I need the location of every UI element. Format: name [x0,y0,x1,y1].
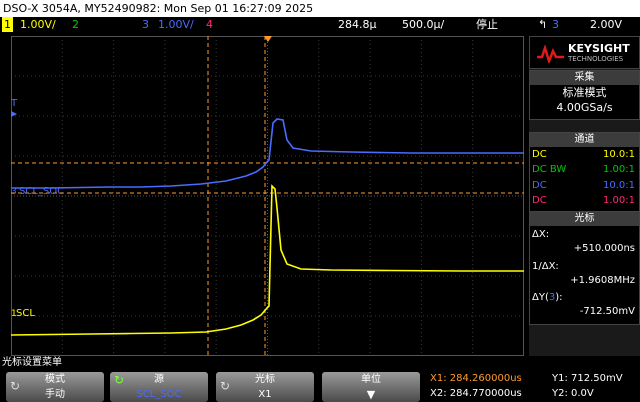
softkey-value: SCL_SOC [136,389,182,400]
channel-ratio: 1.00:1 [603,195,635,206]
acquisition-header: 采集 [530,71,639,85]
cursors-box[interactable]: 光标 ΔX: +510.000ns 1/ΔX: +1.9608MHz ΔY(3)… [529,211,640,325]
delta-y-value: -712.50mV [579,306,635,317]
ch3-label: SCL_SOC [19,186,64,197]
softkey-label: 光标 [255,374,275,385]
x2-readout: X2: 284.770000us [430,388,522,399]
ch3-scale[interactable]: 1.00V/ [158,17,194,32]
brand-box: KEYSIGHT TECHNOLOGIES [529,36,640,69]
channel-ratio: 1.00:1 [603,164,635,175]
cursor-readout: X1: 284.260000us X2: 284.770000us Y1: 71… [428,370,640,402]
trigger-edge-icon: ↰ [538,18,548,31]
acquisition-mode: 标准模式 [562,86,607,99]
softkey-label: 源 [154,374,164,385]
channel-coupling: DC [532,149,547,160]
waveform-display[interactable]: T 3 SCL_SOC 1 SCL [11,36,524,356]
y2-readout: Y2: 0.0V [552,388,594,399]
softkey-label: 单位 [361,374,381,385]
channel-ratio: 10.0:1 [603,149,635,160]
inv-delta-x-label: 1/ΔX: [532,261,559,272]
ch3-badge[interactable]: 3 [142,17,149,32]
run-state[interactable]: 停止 [476,17,498,32]
channel-coupling: DC [532,195,547,206]
acquisition-box[interactable]: 采集 标准模式 4.00GSa/s [529,70,640,120]
acquisition-rate: 4.00GSa/s [556,101,613,114]
source-softkey[interactable]: ↻ 源 SCL_SOC [110,372,208,402]
keysight-wave-logo [537,45,564,63]
channel-coupling: DC BW [532,164,567,175]
ch2-badge[interactable]: 2 [72,17,79,32]
channels-box[interactable]: 通道 DC 10.0:1 DC BW 1.00:1 DC 10.0:1 DC 1… [529,132,640,212]
inv-delta-x-value: +1.9608MHz [570,275,635,286]
ch1-badge[interactable]: 1 [2,17,13,32]
cursors-header: 光标 [530,212,639,226]
brand-sub: TECHNOLOGIES [568,55,624,63]
trigger-level[interactable]: 2.00V [590,17,622,32]
brand-name: KEYSIGHT [568,42,630,55]
side-panel: KEYSIGHT TECHNOLOGIES 采集 标准模式 4.00GSa/s … [529,36,640,356]
units-softkey[interactable]: 单位 ▼ [322,372,420,402]
channel-ratio: 10.0:1 [603,180,635,191]
time-delay[interactable]: 284.8µ [338,17,377,32]
ch3-ground-number: 3 [11,187,17,197]
mode-softkey[interactable]: ↻ 模式 手动 [6,372,104,402]
trigger-level-label: T [11,98,18,109]
ch1-scale[interactable]: 1.00V/ [20,17,56,32]
softkey-value: X1 [258,389,272,400]
ch3-ground-marker[interactable]: 3 SCL_SOC [11,186,64,197]
delta-x-label: ΔX: [532,229,550,240]
channel-row-2[interactable]: DC BW 1.00:1 [530,163,639,179]
softkey-bar: ↻ 模式 手动 ↻ 源 SCL_SOC ↻ 光标 X1 单位 ▼ [0,370,425,402]
x1-readout: X1: 284.260000us [430,373,522,384]
cursor-softkey[interactable]: ↻ 光标 X1 [216,372,314,402]
ch1-ground-marker[interactable]: 1 SCL [11,308,35,319]
ch4-badge[interactable]: 4 [206,17,213,32]
timebase[interactable]: 500.0µ/ [402,17,444,32]
softkey-label: 模式 [45,374,65,385]
ch1-label: SCL [16,308,35,319]
y1-readout: Y1: 712.50mV [552,373,623,384]
channel-row-1[interactable]: DC 10.0:1 [530,147,639,163]
softkey-value: 手动 [45,389,65,400]
menu-title: 光标设置菜单 [2,357,62,368]
window-title: DSO-X 3054A, MY52490982: Mon Sep 01 16:2… [0,0,640,17]
delta-y-label: ΔY(3): [532,292,563,303]
channels-header: 通道 [530,133,639,147]
status-bar: 1 1.00V/ 2 3 1.00V/ 4 284.8µ 500.0µ/ 停止 … [0,17,640,32]
channel-row-4[interactable]: DC 1.00:1 [530,195,639,211]
trigger-source[interactable]: 3 [552,17,559,32]
channel-row-3[interactable]: DC 10.0:1 [530,179,639,195]
delta-x-value: +510.000ns [573,243,635,254]
channel-coupling: DC [532,180,547,191]
chevron-down-icon: ▼ [366,388,376,401]
